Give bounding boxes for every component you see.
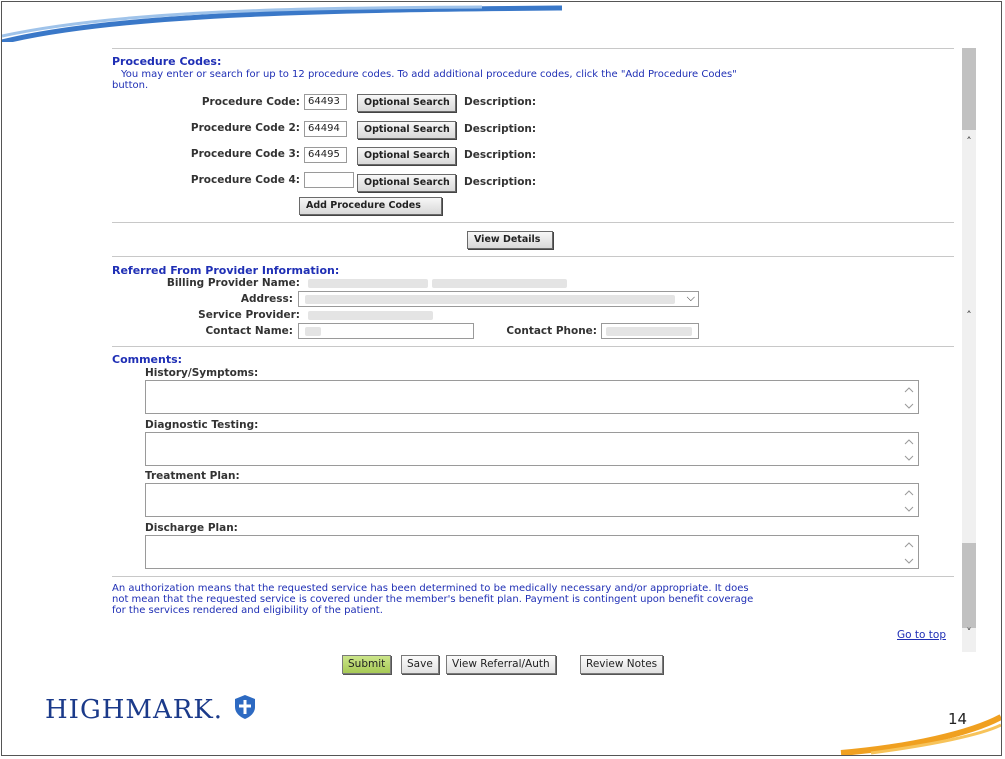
optional-search-4-button[interactable]: Optional Search	[357, 174, 456, 192]
divider	[112, 222, 954, 223]
referred-from-title: Referred From Provider Information:	[112, 264, 340, 277]
review-notes-button[interactable]: Review Notes	[580, 655, 664, 674]
textarea-scroll-icon	[904, 542, 914, 564]
redacted-contact-name	[305, 327, 321, 336]
save-button[interactable]: Save	[401, 655, 439, 674]
procedure-codes-title: Procedure Codes:	[112, 55, 222, 68]
divider	[112, 256, 954, 257]
optional-search-1-button[interactable]: Optional Search	[357, 94, 456, 112]
redacted-address	[305, 295, 675, 304]
slide-number: 14	[948, 710, 968, 728]
highmark-logo: HIGHMARK.	[45, 694, 256, 725]
submit-button[interactable]: Submit	[342, 655, 392, 674]
scrollbar-thumb-bottom[interactable]	[962, 543, 976, 628]
optional-search-2-button[interactable]: Optional Search	[357, 121, 456, 139]
view-details-button[interactable]: View Details	[467, 231, 553, 249]
procedure-code-4-input[interactable]	[304, 172, 354, 188]
procedure-instructions-cont: button.	[112, 80, 149, 91]
diagnostic-testing-textarea[interactable]	[145, 432, 919, 466]
disclaimer-line-3: for the services rendered and eligibilit…	[112, 605, 383, 616]
billing-provider-label: Billing Provider Name:	[166, 277, 300, 289]
address-label: Address:	[240, 293, 293, 305]
comments-title: Comments:	[112, 353, 183, 366]
redacted-service-provider	[308, 311, 433, 320]
divider	[112, 576, 954, 577]
textarea-scroll-icon	[904, 490, 914, 512]
procedure-code-4-label: Procedure Code 4:	[190, 174, 300, 186]
procedure-code-2-label: Procedure Code 2:	[190, 122, 300, 134]
go-to-top-link[interactable]: Go to top	[897, 629, 946, 641]
disclaimer-line-1: An authorization means that the requeste…	[112, 583, 749, 594]
contact-name-input[interactable]	[298, 323, 474, 339]
discharge-plan-label: Discharge Plan:	[145, 522, 238, 534]
discharge-plan-textarea[interactable]	[145, 535, 919, 569]
description-1-label: Description:	[464, 96, 537, 108]
contact-name-label: Contact Name:	[205, 325, 293, 337]
divider	[112, 346, 954, 347]
divider	[112, 48, 954, 49]
scrollbar-thumb-top[interactable]	[962, 48, 976, 130]
contact-phone-input[interactable]	[601, 323, 699, 339]
address-select[interactable]: ⌵	[298, 291, 699, 307]
add-procedure-codes-button[interactable]: Add Procedure Codes	[299, 197, 442, 215]
optional-search-3-button[interactable]: Optional Search	[357, 147, 456, 165]
procedure-instructions: You may enter or search for up to 12 pro…	[121, 69, 737, 80]
procedure-code-3-input[interactable]: 64495	[304, 147, 347, 163]
redacted-billing-provider	[308, 279, 428, 288]
contact-phone-label: Contact Phone:	[506, 325, 597, 337]
bottom-swoosh-decoration	[840, 714, 1001, 755]
treatment-plan-label: Treatment Plan:	[145, 470, 240, 482]
description-2-label: Description:	[464, 123, 537, 135]
textarea-scroll-icon	[904, 439, 914, 461]
view-referral-auth-button[interactable]: View Referral/Auth	[446, 655, 556, 674]
shield-icon	[235, 695, 256, 719]
procedure-code-3-label: Procedure Code 3:	[190, 148, 300, 160]
treatment-plan-textarea[interactable]	[145, 483, 919, 517]
scroll-up-arrow-icon[interactable]: ˄	[962, 135, 976, 148]
disclaimer-line-2: not mean that the requested service is c…	[112, 594, 754, 605]
procedure-code-1-label: Procedure Code:	[201, 96, 300, 108]
diagnostic-testing-label: Diagnostic Testing:	[145, 419, 259, 431]
scroll-up-arrow-icon[interactable]: ˄	[962, 309, 976, 322]
procedure-code-1-input[interactable]: 64493	[304, 94, 347, 110]
history-symptoms-textarea[interactable]	[145, 380, 919, 414]
redacted-contact-phone	[606, 327, 692, 336]
textarea-scroll-icon	[904, 387, 914, 409]
scroll-down-arrow-icon[interactable]: ˅	[962, 626, 976, 639]
logo-wordmark: HIGHMARK.	[45, 695, 224, 725]
redacted-billing-provider	[432, 279, 567, 288]
procedure-code-2-input[interactable]: 64494	[304, 121, 347, 137]
history-symptoms-label: History/Symptoms:	[145, 367, 259, 379]
description-4-label: Description:	[464, 176, 537, 188]
service-provider-label: Service Provider:	[198, 309, 300, 321]
top-swoosh-decoration	[2, 2, 1001, 42]
chevron-down-icon: ⌵	[686, 291, 695, 304]
description-3-label: Description:	[464, 149, 537, 161]
